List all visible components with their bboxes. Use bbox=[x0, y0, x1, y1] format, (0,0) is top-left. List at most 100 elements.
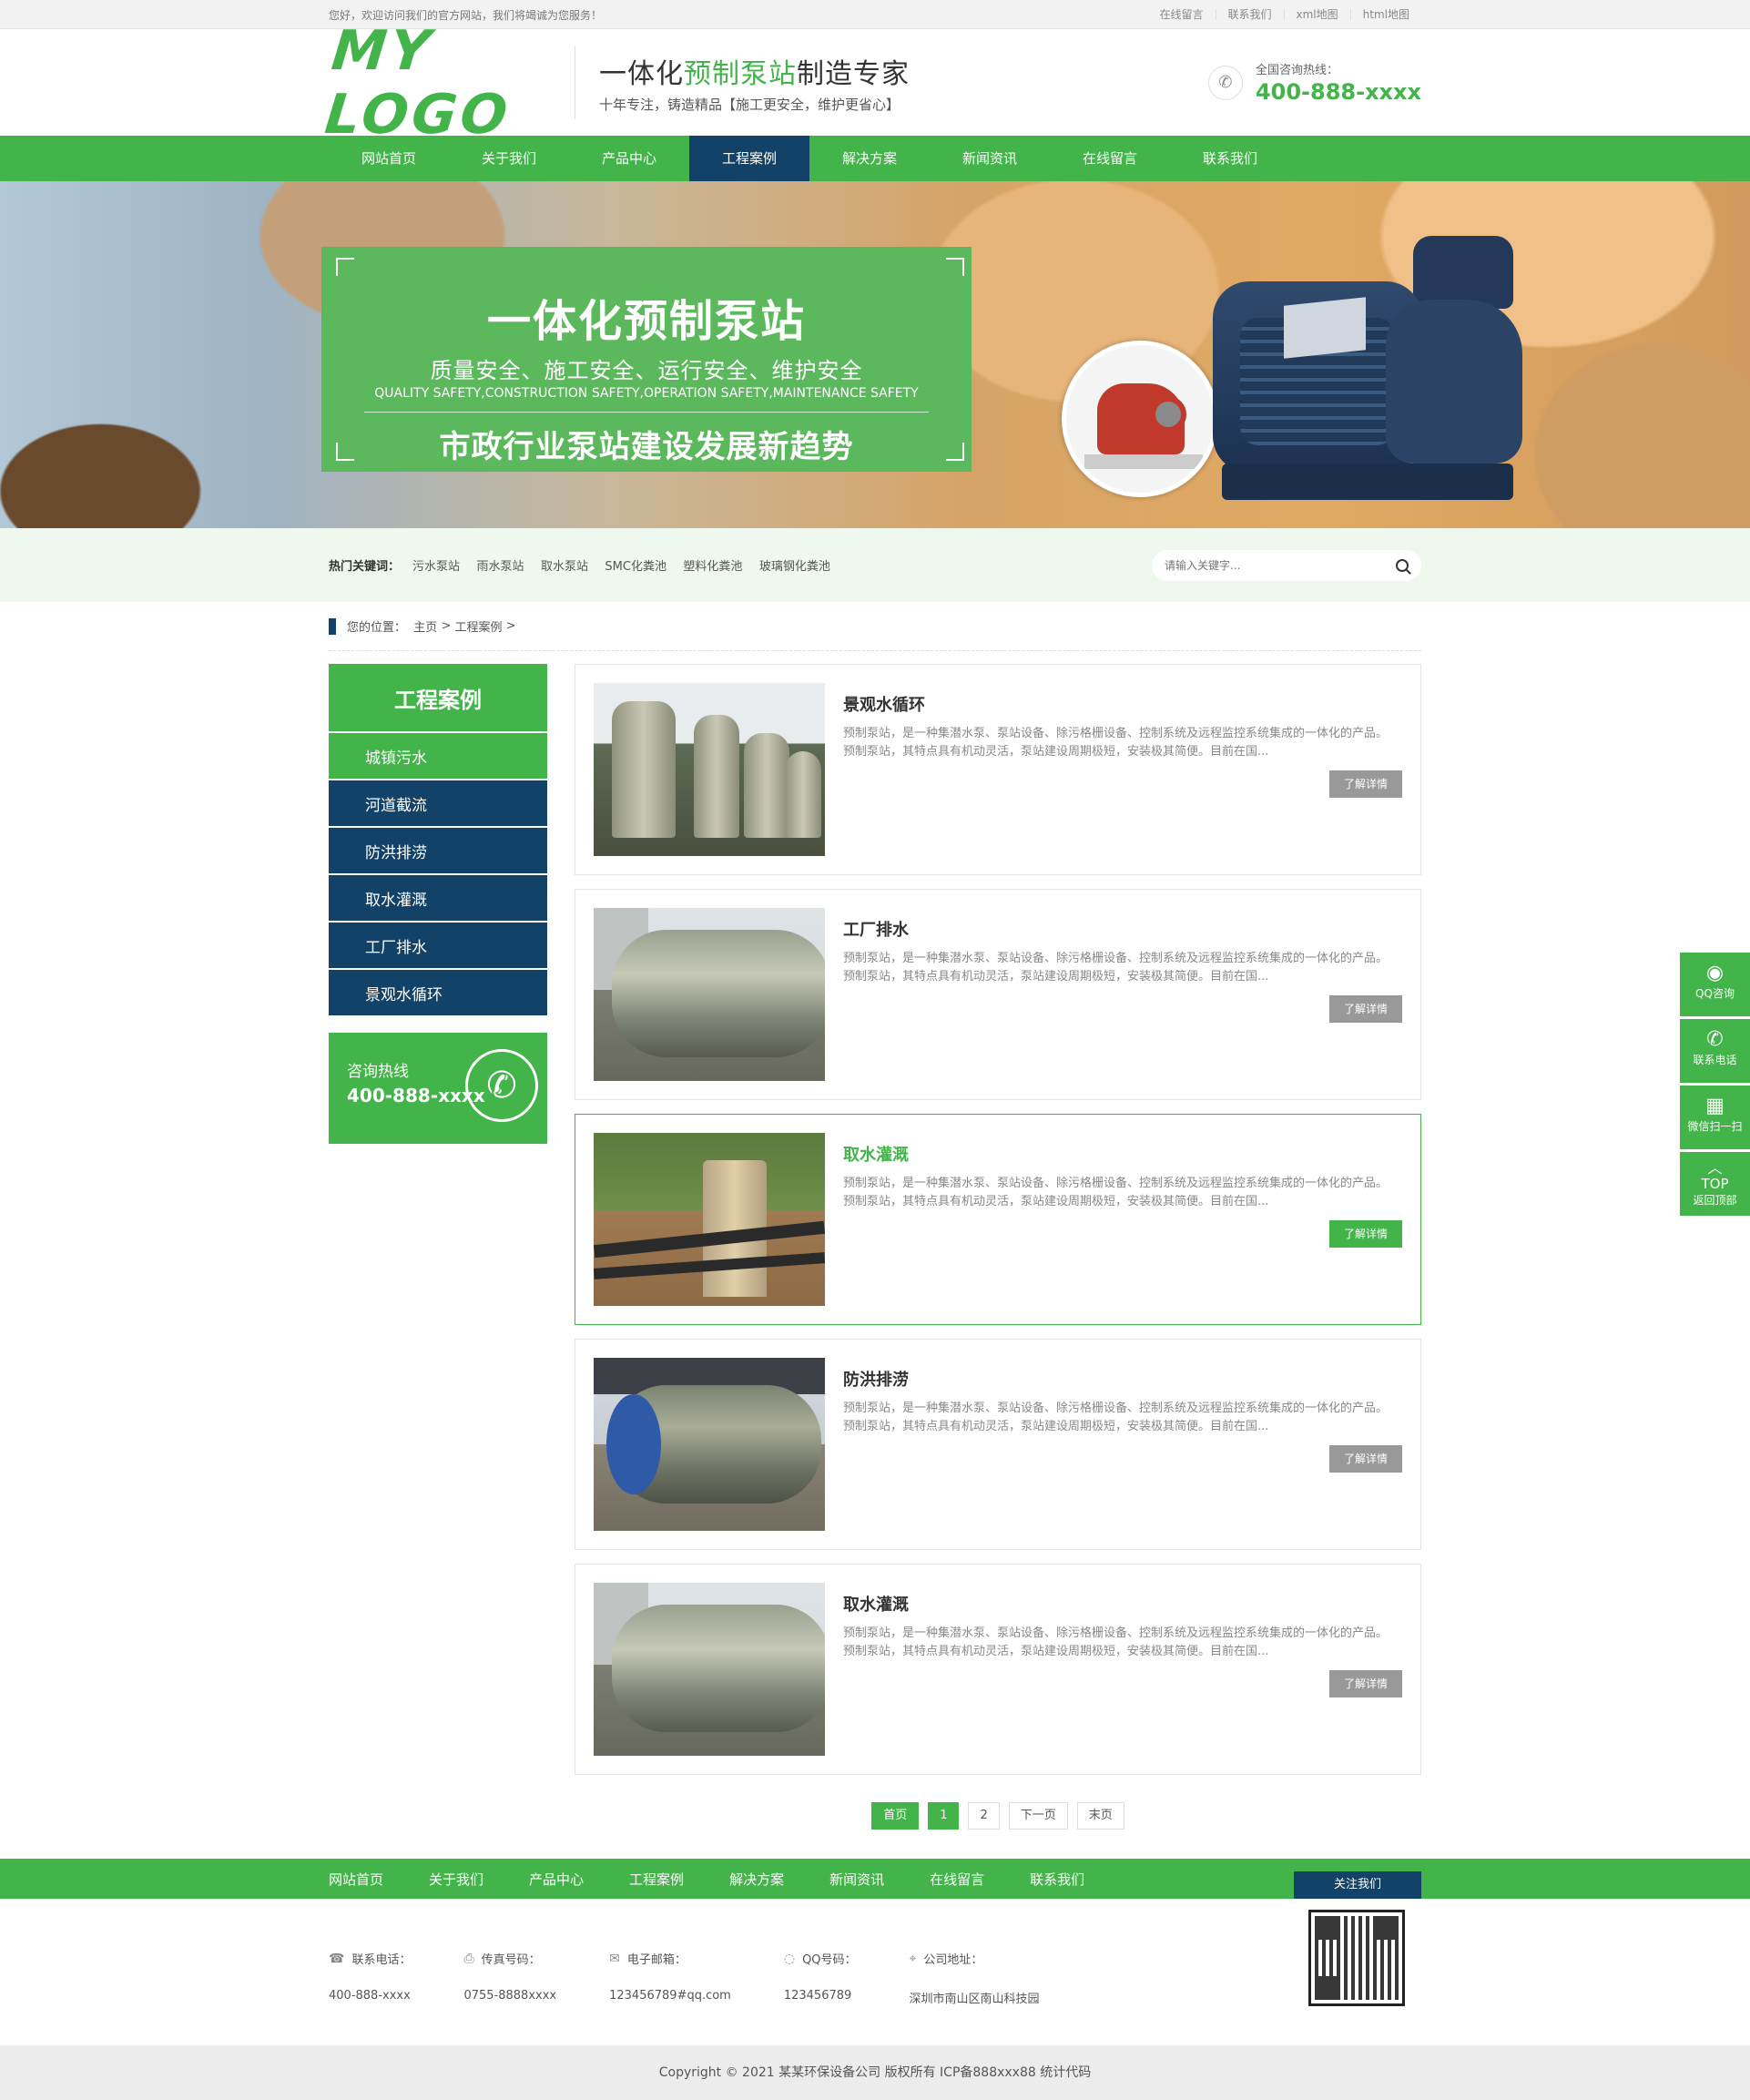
header-slogan: 一体化预制泵站制造专家 十年专注，铸造精品【施工更安全，维护更省心】 bbox=[599, 51, 910, 114]
sidebar-item-factory-drainage[interactable]: 工厂排水 bbox=[329, 923, 547, 968]
phone-icon: ✆ bbox=[1706, 1028, 1724, 1051]
case-more-button[interactable]: 了解详情 bbox=[1329, 770, 1402, 798]
info-label: QQ号码： bbox=[802, 1953, 857, 1967]
breadcrumb-current[interactable]: 工程案例 bbox=[454, 617, 502, 635]
case-card[interactable]: 防洪排涝 预制泵站，是一种集潜水泵、泵站设备、除污格栅设备、控制系统及远程监控系… bbox=[575, 1339, 1421, 1550]
top-link-contact[interactable]: 联系我们 bbox=[1215, 9, 1284, 20]
keyword-link[interactable]: 雨水泵站 bbox=[476, 560, 524, 574]
float-wechat[interactable]: ▦ 微信扫一扫 bbox=[1680, 1086, 1750, 1149]
floating-toolbar: ◉ QQ咨询 ✆ 联系电话 ▦ 微信扫一扫 ︿ TOP 返回顶部 bbox=[1680, 953, 1750, 1218]
float-top: TOP bbox=[1701, 1176, 1729, 1192]
case-image[interactable] bbox=[594, 1133, 825, 1306]
case-image[interactable] bbox=[594, 1583, 825, 1756]
case-title[interactable]: 取水灌溉 bbox=[843, 1592, 1402, 1616]
sidebar: 工程案例 城镇污水 河道截流 防洪排涝 取水灌溉 工厂排水 景观水循环 咨询热线… bbox=[329, 664, 547, 1789]
top-link-html-map[interactable]: html地图 bbox=[1349, 9, 1421, 20]
case-desc: 预制泵站，是一种集潜水泵、泵站设备、除污格栅设备、控制系统及远程监控系统集成的一… bbox=[843, 1402, 1389, 1433]
sidebar-item-urban-sewage[interactable]: 城镇污水 bbox=[329, 733, 547, 779]
qr-icon: ▦ bbox=[1705, 1095, 1725, 1117]
footer-nav: 网站首页 关于我们 产品中心 工程案例 解决方案 新闻资讯 在线留言 联系我们 … bbox=[0, 1859, 1750, 1899]
case-more-button[interactable]: 了解详情 bbox=[1329, 1445, 1402, 1473]
case-title[interactable]: 景观水循环 bbox=[843, 692, 1402, 716]
top-link-xml-map[interactable]: xml地图 bbox=[1283, 9, 1350, 20]
slogan-highlight: 预制泵站 bbox=[684, 58, 797, 90]
info-value: 400-888-xxxx bbox=[329, 1989, 411, 2003]
case-card[interactable]: 景观水循环 预制泵站，是一种集潜水泵、泵站设备、除污格栅设备、控制系统及远程监控… bbox=[575, 664, 1421, 875]
case-more-button[interactable]: 了解详情 bbox=[1329, 1220, 1402, 1248]
case-image[interactable] bbox=[594, 1358, 825, 1531]
wechat-qr-code bbox=[1308, 1910, 1405, 2006]
footer-nav-about[interactable]: 关于我们 bbox=[429, 1870, 483, 1889]
case-title[interactable]: 取水灌溉 bbox=[843, 1142, 1402, 1166]
page-first[interactable]: 首页 bbox=[871, 1802, 920, 1830]
hotline-label: 全国咨询热线： bbox=[1255, 64, 1338, 77]
sidebar-item-irrigation[interactable]: 取水灌溉 bbox=[329, 875, 547, 921]
case-image[interactable] bbox=[594, 683, 825, 856]
keyword-link[interactable]: 玻璃钢化粪池 bbox=[759, 560, 830, 574]
case-desc: 预制泵站，是一种集潜水泵、泵站设备、除污格栅设备、控制系统及远程监控系统集成的一… bbox=[843, 952, 1389, 984]
case-image[interactable] bbox=[594, 908, 825, 1081]
nav-news[interactable]: 新闻资讯 bbox=[930, 136, 1050, 181]
info-label: 公司地址： bbox=[923, 1953, 983, 1967]
float-qq[interactable]: ◉ QQ咨询 bbox=[1680, 953, 1750, 1016]
copyright: Copyright © 2021 某某环保设备公司 版权所有 ICP备888xx… bbox=[0, 2045, 1750, 2100]
case-desc: 预制泵站，是一种集潜水泵、泵站设备、除污格栅设备、控制系统及远程监控系统集成的一… bbox=[843, 1177, 1389, 1208]
nav-contact[interactable]: 联系我们 bbox=[1170, 136, 1290, 181]
nav-cases[interactable]: 工程案例 bbox=[689, 136, 809, 181]
case-list: 景观水循环 预制泵站，是一种集潜水泵、泵站设备、除污格栅设备、控制系统及远程监控… bbox=[575, 664, 1421, 1789]
keyword-link[interactable]: 污水泵站 bbox=[412, 560, 460, 574]
footer-nav-contact[interactable]: 联系我们 bbox=[1030, 1870, 1084, 1889]
float-label: 返回顶部 bbox=[1693, 1194, 1737, 1207]
keyword-link[interactable]: 取水泵站 bbox=[541, 560, 588, 574]
info-label: 电子邮箱： bbox=[626, 1953, 687, 1967]
footer-nav-home[interactable]: 网站首页 bbox=[329, 1870, 383, 1889]
chevron-up-icon: ︿ bbox=[1707, 1159, 1723, 1177]
nav-home[interactable]: 网站首页 bbox=[329, 136, 449, 181]
float-phone[interactable]: ✆ 联系电话 bbox=[1680, 1019, 1750, 1083]
location-icon: ⌖ bbox=[909, 1951, 917, 1966]
breadcrumb-home[interactable]: 主页 bbox=[413, 617, 437, 635]
page-1[interactable]: 1 bbox=[928, 1802, 960, 1830]
case-card[interactable]: 取水灌溉 预制泵站，是一种集潜水泵、泵站设备、除污格栅设备、控制系统及远程监控系… bbox=[575, 1114, 1421, 1325]
case-desc: 预制泵站，是一种集潜水泵、泵站设备、除污格栅设备、控制系统及远程监控系统集成的一… bbox=[843, 727, 1389, 759]
breadcrumb: 您的位置： 主页 > 工程案例 > bbox=[329, 602, 1421, 651]
keyword-link[interactable]: 塑料化粪池 bbox=[683, 560, 742, 574]
search-icon[interactable] bbox=[1396, 558, 1409, 572]
footer-info: ☎ 联系电话： 400-888-xxxx ⎙ 传真号码： 0755-8888xxxx ✉… bbox=[329, 1950, 1093, 2007]
sidebar-item-river-interception[interactable]: 河道截流 bbox=[329, 780, 547, 826]
case-title[interactable]: 防洪排涝 bbox=[843, 1367, 1402, 1391]
footer-nav-products[interactable]: 产品中心 bbox=[529, 1870, 584, 1889]
footer-nav-solutions[interactable]: 解决方案 bbox=[729, 1870, 784, 1889]
case-more-button[interactable]: 了解详情 bbox=[1329, 995, 1402, 1023]
page-next[interactable]: 下一页 bbox=[1008, 1802, 1068, 1830]
nav-message[interactable]: 在线留言 bbox=[1050, 136, 1170, 181]
float-back-to-top[interactable]: ︿ TOP 返回顶部 bbox=[1680, 1152, 1750, 1216]
sidebar-item-flood-control[interactable]: 防洪排涝 bbox=[329, 828, 547, 873]
info-value: 0755-8888xxxx bbox=[463, 1989, 557, 2003]
page-last[interactable]: 末页 bbox=[1076, 1802, 1124, 1830]
case-card[interactable]: 取水灌溉 预制泵站，是一种集潜水泵、泵站设备、除污格栅设备、控制系统及远程监控系… bbox=[575, 1564, 1421, 1775]
search-input[interactable] bbox=[1165, 558, 1396, 572]
site-logo[interactable]: MY LOGO bbox=[322, 19, 582, 147]
banner-subtitle-en: QUALITY SAFETY,CONSTRUCTION SAFETY,OPERA… bbox=[374, 386, 919, 401]
hero-banner: 一体化预制泵站 质量安全、施工安全、运行安全、维护安全 QUALITY SAFE… bbox=[0, 181, 1750, 528]
nav-solutions[interactable]: 解决方案 bbox=[809, 136, 930, 181]
keyword-link[interactable]: SMC化粪池 bbox=[605, 560, 666, 574]
footer-nav-cases[interactable]: 工程案例 bbox=[629, 1870, 684, 1889]
float-label: QQ咨询 bbox=[1695, 987, 1735, 1000]
header: MY LOGO 一体化预制泵站制造专家 十年专注，铸造精品【施工更安全，维护更省… bbox=[0, 19, 1750, 147]
nav-about[interactable]: 关于我们 bbox=[449, 136, 569, 181]
page-2[interactable]: 2 bbox=[968, 1802, 1000, 1830]
top-link-message[interactable]: 在线留言 bbox=[1147, 9, 1215, 20]
banner-pump-image bbox=[1195, 236, 1522, 518]
float-label: 微信扫一扫 bbox=[1687, 1120, 1743, 1133]
case-more-button[interactable]: 了解详情 bbox=[1329, 1670, 1402, 1697]
mail-icon: ✉ bbox=[609, 1951, 620, 1966]
top-bar: 您好，欢迎访问我们的官方网站，我们将竭诚为您服务！ 在线留言 联系我们 xml地… bbox=[0, 0, 1750, 29]
case-title[interactable]: 工厂排水 bbox=[843, 917, 1402, 941]
footer-nav-news[interactable]: 新闻资讯 bbox=[829, 1870, 884, 1889]
case-card[interactable]: 工厂排水 预制泵站，是一种集潜水泵、泵站设备、除污格栅设备、控制系统及远程监控系… bbox=[575, 889, 1421, 1100]
nav-products[interactable]: 产品中心 bbox=[569, 136, 689, 181]
sidebar-item-landscape-water[interactable]: 景观水循环 bbox=[329, 970, 547, 1015]
footer-nav-message[interactable]: 在线留言 bbox=[930, 1870, 984, 1889]
